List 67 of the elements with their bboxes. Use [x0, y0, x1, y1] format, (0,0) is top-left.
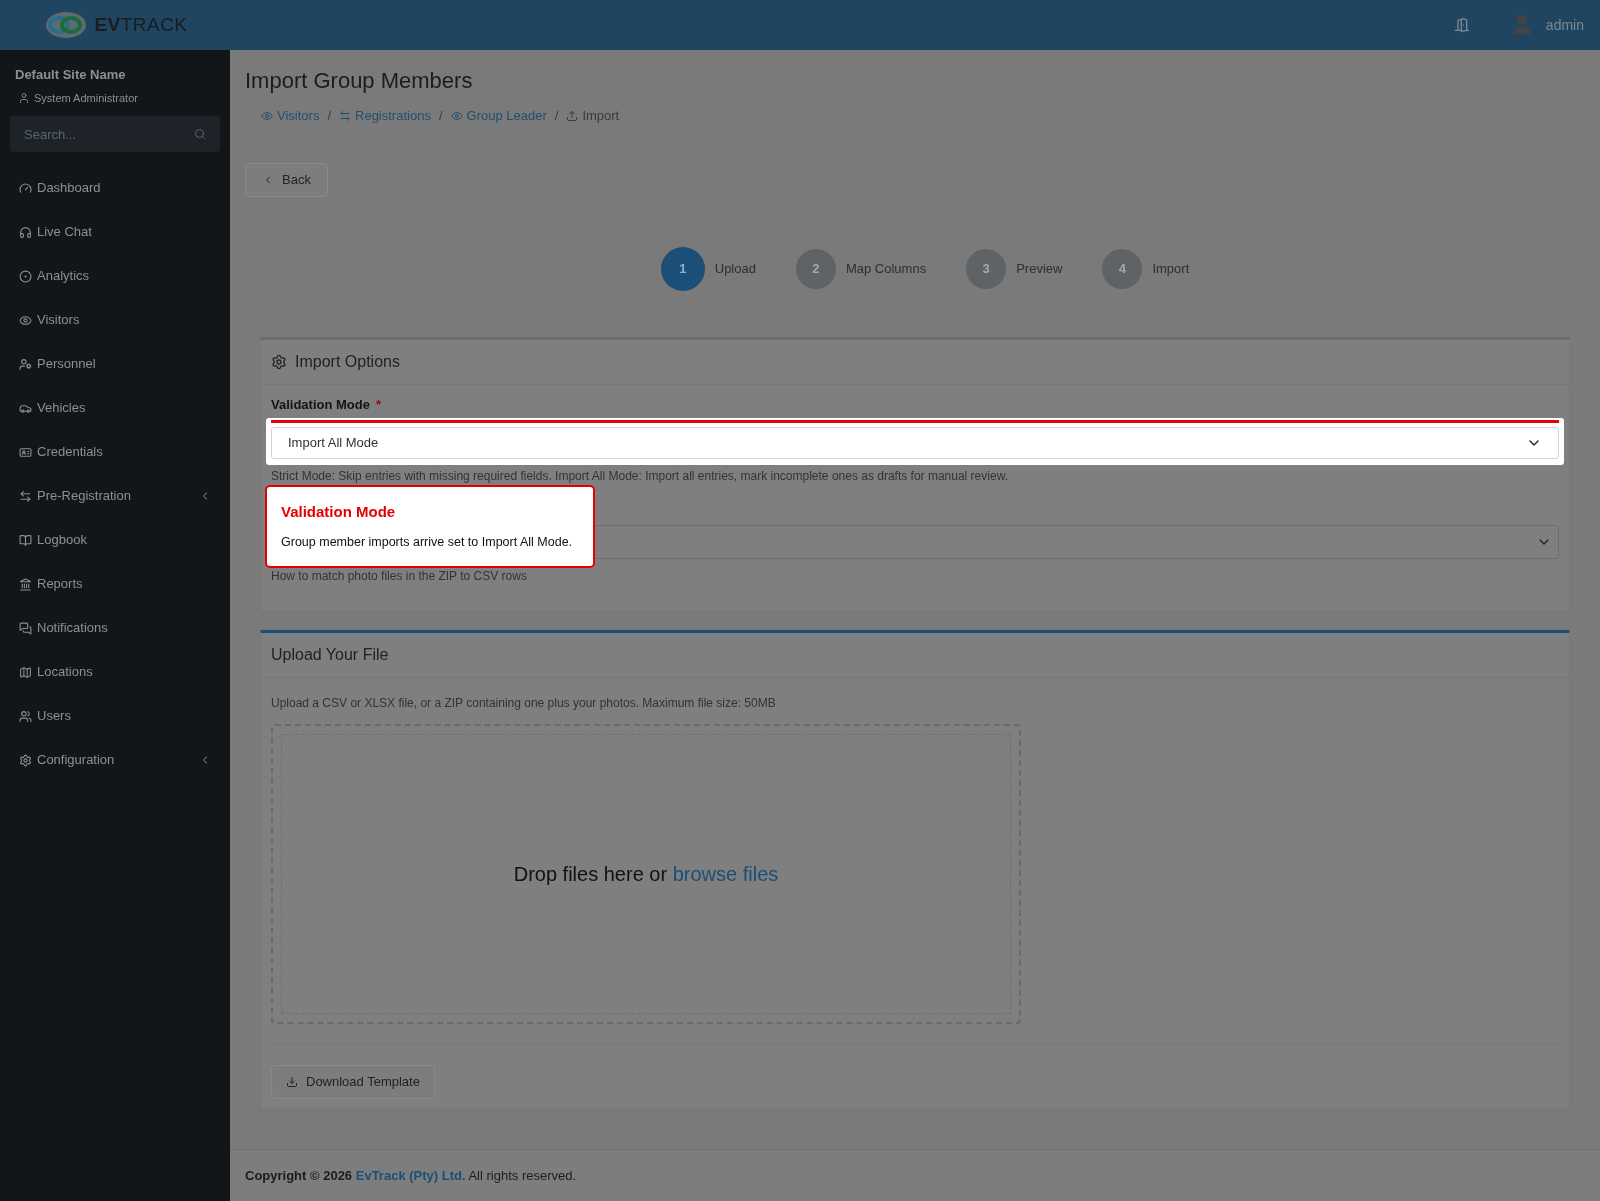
back-button[interactable]: Back	[245, 163, 328, 197]
sidebar-item[interactable]: Pre-Registration	[0, 474, 230, 518]
required-mark: *	[375, 396, 382, 414]
user-role: System Administrator	[34, 90, 138, 106]
sidebar-item[interactable]: Vehicles	[0, 386, 230, 430]
breadcrumb-separator: /	[438, 107, 443, 126]
eye-icon	[450, 110, 463, 122]
headphones-icon	[19, 225, 32, 239]
upload-icon	[566, 110, 579, 122]
settings-icon	[271, 354, 287, 370]
breadcrumb-separator: /	[327, 107, 331, 126]
download-template-button[interactable]: Download Template	[271, 1064, 435, 1099]
step-label: Import	[1152, 260, 1190, 279]
sidebar-item[interactable]: Live Chat	[0, 210, 230, 254]
map-icon	[19, 665, 32, 679]
arrows-icon	[19, 489, 32, 503]
sidebar-item[interactable]: Locations	[0, 650, 230, 694]
settings-icon	[19, 753, 32, 767]
target-icon	[19, 269, 32, 283]
sidebar-item[interactable]: Credentials	[0, 430, 230, 474]
eye-icon	[19, 313, 32, 327]
page-title: Import Group Members	[245, 67, 474, 95]
sidebar-item[interactable]: Users	[0, 694, 230, 738]
sidebar-item[interactable]: Dashboard	[0, 166, 230, 210]
sidebar-item[interactable]: Notifications	[0, 606, 230, 650]
search-field[interactable]: Search...	[10, 116, 220, 152]
site-name: Default Site Name	[14, 66, 127, 84]
users-icon	[19, 709, 32, 723]
sidebar-item[interactable]: Personnel	[0, 342, 230, 386]
eye-icon	[261, 110, 273, 122]
upload-description: Upload a CSV or XLSX file, or a ZIP containing one plus your photos. Maximum file size: 50MB	[271, 694, 777, 712]
book-icon	[19, 533, 32, 547]
copyright-text: Copyright © 2026 EvTrack (Pty) Ltd. All rights reserved.	[245, 1166, 577, 1185]
logo-text: EVTRACK	[94, 12, 188, 37]
card-title: Import Options	[295, 352, 400, 372]
sidebar-item[interactable]: Analytics	[0, 254, 230, 298]
step-label: Map Columns	[845, 260, 927, 279]
step-number: 4	[1102, 249, 1143, 289]
tooltip-text: Group member imports arrive set to Import All Mode.	[281, 534, 574, 551]
step-label: Upload	[714, 260, 756, 279]
sidebar-item[interactable]: Visitors	[0, 298, 230, 342]
arrows-icon	[339, 110, 351, 122]
field-label: Validation Mode	[271, 396, 370, 414]
drop-zone[interactable]: Drop files here or browse files	[271, 723, 1021, 1024]
sidebar-item[interactable]: Reports	[0, 562, 230, 606]
user-icon	[19, 357, 32, 371]
search-icon	[194, 128, 206, 140]
help-text: Strict Mode: Skip entries with missing required fields. Import All Mode: Import all entries, mark incomplete ones as drafts for manual review.	[271, 467, 1009, 485]
drop-text: Drop files here or browse files	[513, 861, 779, 887]
breadcrumb-item: Import	[566, 106, 620, 126]
id-card-icon	[19, 445, 32, 459]
breadcrumb-separator: /	[554, 107, 559, 126]
validation-mode-select[interactable]: Import All Mode	[271, 426, 1559, 459]
tooltip-title: Validation Mode	[281, 501, 397, 522]
chat-icon	[19, 621, 32, 635]
sidebar-item[interactable]: Configuration	[0, 738, 230, 782]
door-icon[interactable]	[1453, 17, 1470, 33]
sidebar-item[interactable]: Logbook	[0, 518, 230, 562]
gauge-icon	[19, 181, 32, 195]
help-text: How to match photo files in the ZIP to CSV rows	[271, 567, 528, 585]
card-title: Upload Your File	[271, 645, 389, 663]
download-icon	[286, 1075, 298, 1088]
step-number: 1	[660, 247, 705, 291]
step-number: 3	[966, 249, 1007, 289]
step-number: 2	[795, 249, 836, 289]
step-label: Preview	[1016, 260, 1063, 279]
user-icon	[18, 91, 30, 104]
